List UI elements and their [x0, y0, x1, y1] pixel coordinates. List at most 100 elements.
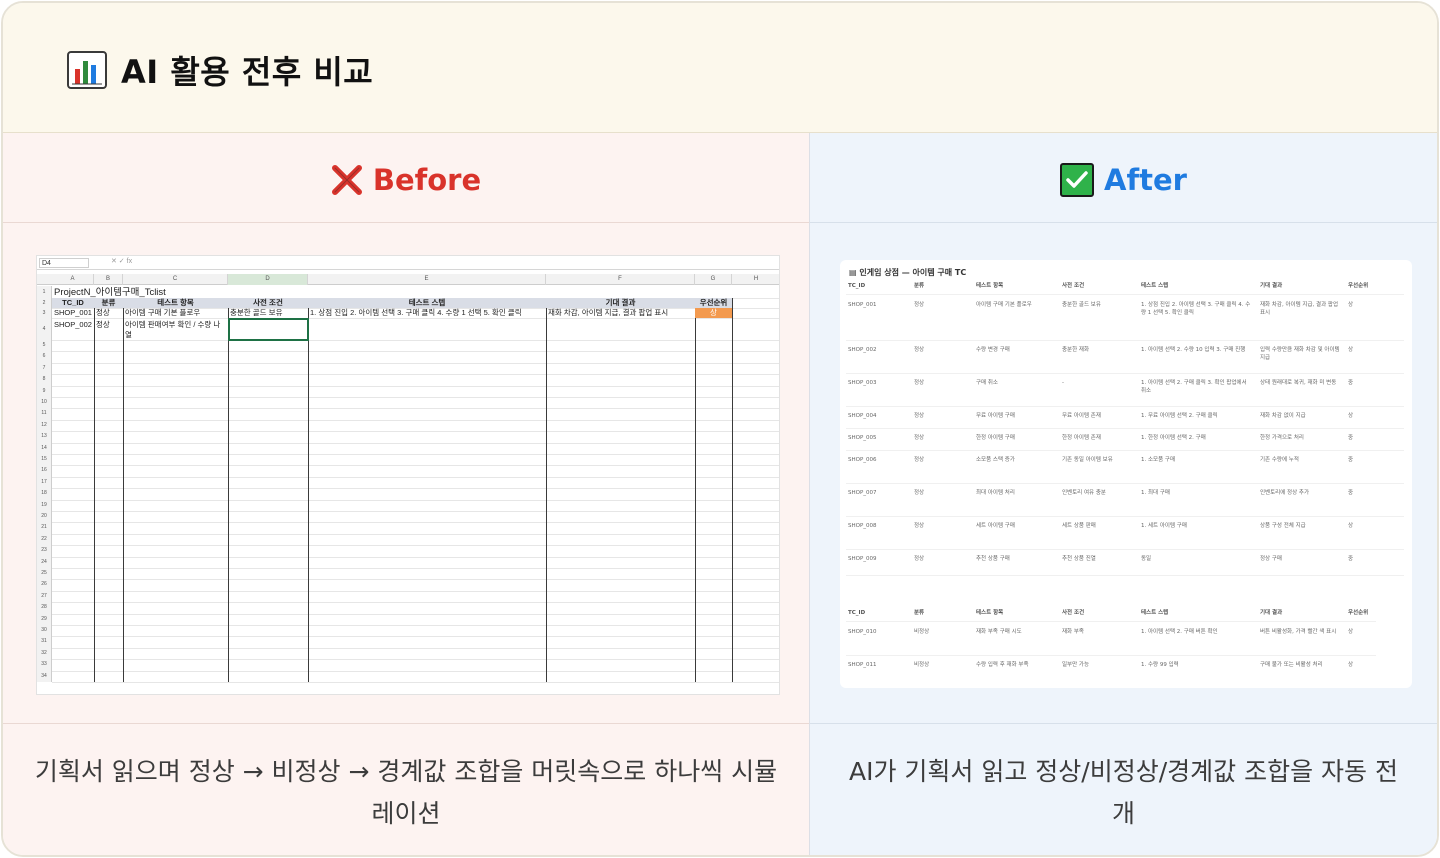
- notion-header-cell[interactable]: 우선순위: [1348, 282, 1388, 290]
- notion-cell: 상태 원래대로 복귀, 재화 미 변동: [1260, 380, 1337, 386]
- row-number[interactable]: 14: [37, 442, 52, 454]
- row-number[interactable]: 1: [37, 286, 52, 298]
- column-header-e[interactable]: E: [308, 274, 546, 285]
- row-number[interactable]: 4: [37, 318, 52, 340]
- row-number[interactable]: 7: [37, 362, 52, 375]
- row-number[interactable]: 32: [37, 647, 52, 660]
- notion-header-cell[interactable]: 분류: [914, 609, 970, 617]
- row-number[interactable]: 29: [37, 613, 52, 625]
- row-number[interactable]: 26: [37, 579, 52, 591]
- row-number[interactable]: 31: [37, 636, 52, 648]
- row-number[interactable]: 21: [37, 522, 52, 534]
- column-header-d[interactable]: D: [228, 274, 308, 285]
- excel-cell[interactable]: 정상: [96, 308, 122, 318]
- notion-cell: 1. 최대 구매: [1141, 490, 1170, 496]
- notion-cell: 1. 무료 아이템 선택 2. 구매 클릭: [1141, 413, 1218, 419]
- column-header-b[interactable]: B: [94, 274, 123, 285]
- column-header-a[interactable]: A: [52, 274, 94, 285]
- gridline: [52, 408, 779, 410]
- notion-cell: SHOP_010: [848, 629, 877, 635]
- row-number[interactable]: 18: [37, 488, 52, 500]
- notion-header-cell[interactable]: 사전 조건: [1062, 282, 1136, 290]
- notion-cell: 정상: [914, 435, 925, 441]
- row-number[interactable]: 8: [37, 374, 52, 386]
- notion-header-cell[interactable]: 테스트 스텝: [1141, 282, 1253, 290]
- gridline: [52, 465, 779, 467]
- row-number[interactable]: 6: [37, 351, 52, 363]
- notion-header-cell[interactable]: 테스트 항목: [976, 609, 1058, 617]
- row-number[interactable]: 23: [37, 545, 52, 557]
- notion-header-cell[interactable]: 기대 결과: [1260, 282, 1342, 290]
- excel-cell[interactable]: SHOP_002: [54, 318, 93, 340]
- notion-cell: 정상: [914, 457, 925, 463]
- excel-header-cell[interactable]: 기대 결과: [546, 298, 695, 308]
- notion-header-cell[interactable]: 테스트 항목: [976, 282, 1058, 290]
- notion-cell: 정상 구매: [1260, 556, 1282, 562]
- excel-header-cell[interactable]: TC_ID: [52, 298, 94, 308]
- row-divider: [846, 406, 1404, 407]
- row-number[interactable]: 25: [37, 568, 52, 580]
- notion-header-cell[interactable]: 우선순위: [1348, 609, 1388, 617]
- notion-cell: 추천 상품 구매: [976, 556, 1010, 562]
- gridline: [52, 556, 779, 558]
- notion-cell: 무료 아이템 구매: [976, 413, 1015, 419]
- notion-cell: SHOP_006: [848, 457, 877, 463]
- excel-cell[interactable]: 1. 상점 진입 2. 아이템 선택 3. 구매 클릭 4. 수량 1 선택 5…: [310, 308, 545, 318]
- row-number[interactable]: 3: [37, 308, 52, 318]
- column-header-g[interactable]: G: [695, 274, 732, 285]
- row-number[interactable]: 22: [37, 533, 52, 546]
- row-divider: [846, 549, 1404, 550]
- excel-cell[interactable]: [697, 318, 731, 340]
- row-number[interactable]: 5: [37, 340, 52, 352]
- row-number[interactable]: 15: [37, 454, 52, 466]
- row-number[interactable]: 13: [37, 431, 52, 443]
- notion-header-cell[interactable]: 사전 조건: [1062, 609, 1136, 617]
- notion-cell: 정상: [914, 523, 925, 529]
- notion-cell: SHOP_009: [848, 556, 877, 562]
- excel-header-cell[interactable]: 우선순위: [695, 298, 732, 308]
- excel-header-cell[interactable]: 분류: [94, 298, 123, 308]
- row-number[interactable]: 16: [37, 465, 52, 477]
- notion-header-cell[interactable]: TC_ID: [848, 609, 908, 617]
- row-number[interactable]: 10: [37, 397, 52, 409]
- excel-header-cell[interactable]: 테스트 항목: [123, 298, 228, 308]
- column-border: [732, 298, 733, 682]
- excel-cell[interactable]: 정상: [96, 318, 122, 340]
- excel-cell[interactable]: 아이템 구매 기본 플로우: [125, 308, 227, 318]
- excel-header-cell[interactable]: 테스트 스텝: [308, 298, 546, 308]
- notion-cell: 상: [1348, 302, 1354, 308]
- excel-cell[interactable]: [310, 318, 545, 340]
- notion-cell: 재화 차감 없이 지급: [1260, 413, 1306, 419]
- excel-cell[interactable]: 상: [695, 308, 732, 318]
- notion-header-cell[interactable]: 기대 결과: [1260, 609, 1342, 617]
- column-header-c[interactable]: C: [123, 274, 228, 285]
- row-number[interactable]: 34: [37, 670, 52, 682]
- excel-cell[interactable]: SHOP_001: [54, 308, 93, 318]
- excel-cell[interactable]: 재화 차감, 아이템 지급, 결과 팝업 표시: [548, 308, 694, 318]
- notion-cell: 동일: [1141, 556, 1152, 562]
- row-number[interactable]: 24: [37, 556, 52, 568]
- row-number[interactable]: 33: [37, 659, 52, 671]
- row-number[interactable]: 17: [37, 476, 52, 489]
- excel-cell[interactable]: 아이템 판매여부 확인 / 수량 나열: [125, 318, 227, 340]
- row-number[interactable]: 20: [37, 511, 52, 523]
- row-number[interactable]: 2: [37, 298, 52, 308]
- sheet-title[interactable]: ProjectN_아이템구매_Tclist: [54, 287, 166, 298]
- notion-header-cell[interactable]: TC_ID: [848, 282, 908, 290]
- row-number[interactable]: 30: [37, 625, 52, 637]
- row-number[interactable]: 28: [37, 602, 52, 614]
- notion-header-cell[interactable]: 테스트 스텝: [1141, 609, 1253, 617]
- column-header-f[interactable]: F: [546, 274, 695, 285]
- column-header-h[interactable]: H: [732, 274, 779, 285]
- row-number[interactable]: 9: [37, 385, 52, 397]
- gridline: [52, 647, 779, 649]
- excel-header-cell[interactable]: 사전 조건: [228, 298, 308, 308]
- before-screenshot-area: D4 ✕ ✓ fx ABCDEFGH 1 2 3 4 5 6 7 8 9 10 11 12 13 14 15…: [3, 224, 809, 724]
- row-number[interactable]: 12: [37, 419, 52, 432]
- row-number[interactable]: 19: [37, 499, 52, 511]
- excel-cell[interactable]: 충분한 골드 보유: [230, 308, 307, 318]
- excel-cell[interactable]: [548, 318, 694, 340]
- notion-header-cell[interactable]: 분류: [914, 282, 970, 290]
- row-number[interactable]: 11: [37, 408, 52, 420]
- row-number[interactable]: 27: [37, 590, 52, 603]
